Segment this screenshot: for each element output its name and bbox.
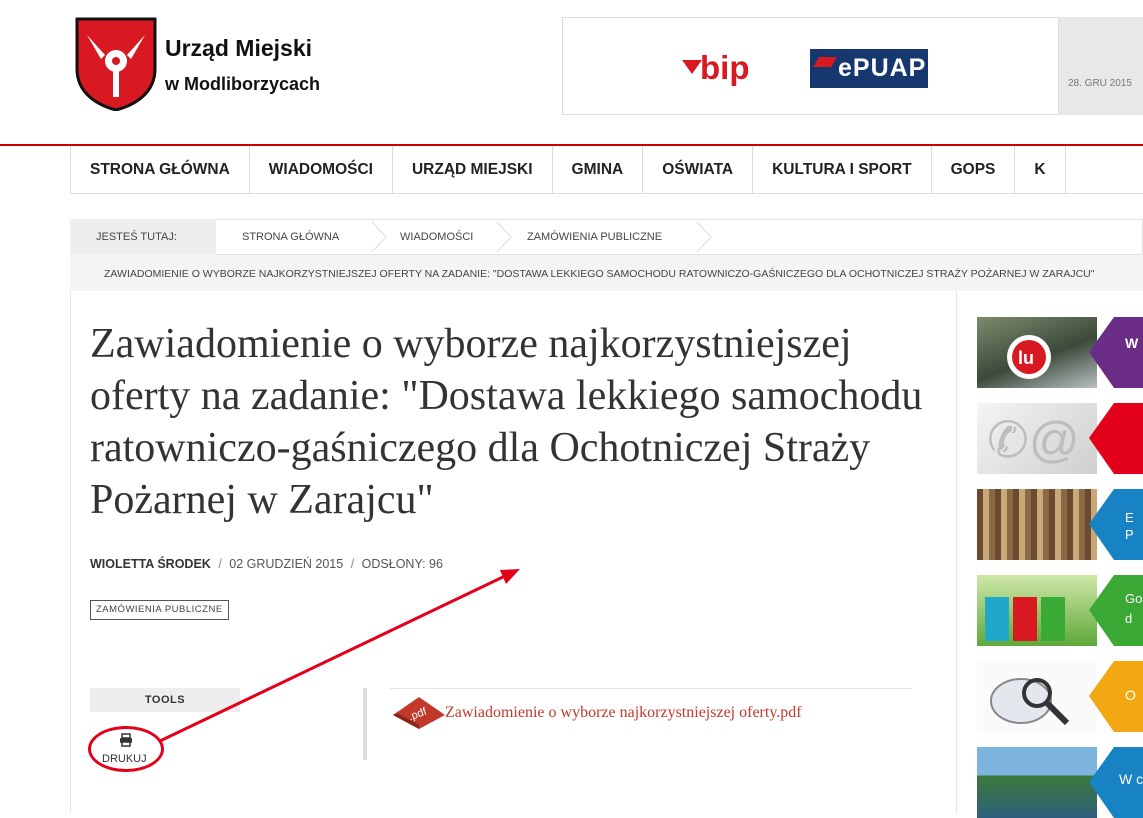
epuap-label: ePUAP <box>838 54 927 82</box>
tag-public-procurement[interactable]: ZAMÓWIENIA PUBLICZNE <box>90 600 229 620</box>
annotation-circle <box>88 726 164 772</box>
banner-color-arrow <box>1089 489 1143 560</box>
nav-item-culture-sport[interactable]: KULTURA I SPORT <box>753 146 932 193</box>
article-date: 02 GRUDZIEŃ 2015 <box>229 557 344 571</box>
date-panel <box>1059 17 1143 115</box>
banner-image <box>977 747 1097 818</box>
bip-link[interactable]: bip <box>700 50 749 86</box>
article-views: ODSŁONY: 96 <box>361 557 443 571</box>
content-border-right <box>956 291 957 813</box>
banner-label: W <box>1125 335 1139 351</box>
phone-email-icon: ✆@ <box>987 412 1080 467</box>
breadcrumb-item-news[interactable]: WIADOMOŚCI <box>400 231 473 243</box>
bip-arrow-icon <box>682 60 702 74</box>
banner-label: O <box>1125 687 1136 703</box>
banner-label: Go d <box>1125 591 1143 626</box>
recycle-bin-blue-icon <box>985 597 1009 641</box>
nav-item-home[interactable]: STRONA GŁÓWNA <box>70 146 250 193</box>
pdf-icon: .pdf <box>393 697 445 729</box>
attachment-link[interactable]: Zawiadomienie o wyborze najkorzystniejsz… <box>445 704 802 722</box>
banner-color-arrow <box>1089 317 1143 388</box>
article-author[interactable]: WIOLETTA ŚRODEK <box>90 557 211 571</box>
breadcrumb-current: ZAWIADOMIENIE O WYBORZE NAJKORZYSTNIEJSZ… <box>104 268 1095 280</box>
nav-item-more[interactable]: K <box>1015 146 1066 193</box>
nav-item-commune[interactable]: GMINA <box>553 146 644 193</box>
banner-badge-icon: lu <box>1007 335 1051 379</box>
breadcrumb-item-public-procurement[interactable]: ZAMÓWIENIA PUBLICZNE <box>527 231 662 243</box>
nav-item-news[interactable]: WIADOMOŚCI <box>250 146 393 193</box>
content-border-left <box>70 291 71 813</box>
banner-label: W c <box>1119 771 1143 787</box>
current-date: 28. GRU 2015 <box>1068 78 1132 89</box>
svg-text:✆@: ✆@ <box>987 412 1080 467</box>
meta-separator: / <box>350 557 355 571</box>
banner-image <box>977 489 1097 560</box>
coat-of-arms-logo[interactable] <box>75 17 157 111</box>
magnifier-icon <box>990 678 1070 726</box>
breadcrumb-item-home[interactable]: STRONA GŁÓWNA <box>242 231 339 243</box>
article-title: Zawiadomienie o wyborze najkorzystniejsz… <box>90 321 923 523</box>
attachment-bar <box>363 688 367 760</box>
nav-item-gops[interactable]: GOPS <box>932 146 1016 193</box>
banner-label: E P <box>1125 510 1134 542</box>
recycle-bin-green-icon <box>1041 597 1065 641</box>
banner-badge-label: lu <box>1018 348 1034 368</box>
sidebar-banner-2[interactable]: ✆@ <box>977 403 1143 474</box>
site-title[interactable]: Urząd Miejski <box>165 36 312 61</box>
breadcrumb-separator-icon <box>496 222 512 252</box>
sidebar-banner-5[interactable]: O <box>977 661 1143 732</box>
main-nav: STRONA GŁÓWNA WIADOMOŚCI URZĄD MIEJSKI G… <box>70 146 1143 194</box>
breadcrumb-here-label: JESTEŚ TUTAJ: <box>96 231 177 243</box>
tools-heading: TOOLS <box>90 688 240 712</box>
sidebar-banner-1[interactable]: lu W <box>977 317 1143 388</box>
attachment-divider <box>390 688 912 689</box>
sidebar-banner-6[interactable]: W c <box>977 747 1143 818</box>
breadcrumb-separator-icon <box>371 222 387 252</box>
meta-separator: / <box>218 557 222 571</box>
nav-item-office[interactable]: URZĄD MIEJSKI <box>393 146 553 193</box>
article-meta: WIOLETTA ŚRODEK / 02 GRUDZIEŃ 2015 / ODS… <box>90 557 443 571</box>
sidebar-banner-4[interactable]: Go d <box>977 575 1143 646</box>
banner-color-arrow <box>1089 403 1143 474</box>
breadcrumb-separator-icon <box>696 222 712 252</box>
recycle-bin-red-icon <box>1013 597 1037 641</box>
nav-item-education[interactable]: OŚWIATA <box>643 146 754 193</box>
sidebar-banner-3[interactable]: E P <box>977 489 1143 560</box>
site-subtitle[interactable]: w Modliborzycach <box>165 74 320 94</box>
